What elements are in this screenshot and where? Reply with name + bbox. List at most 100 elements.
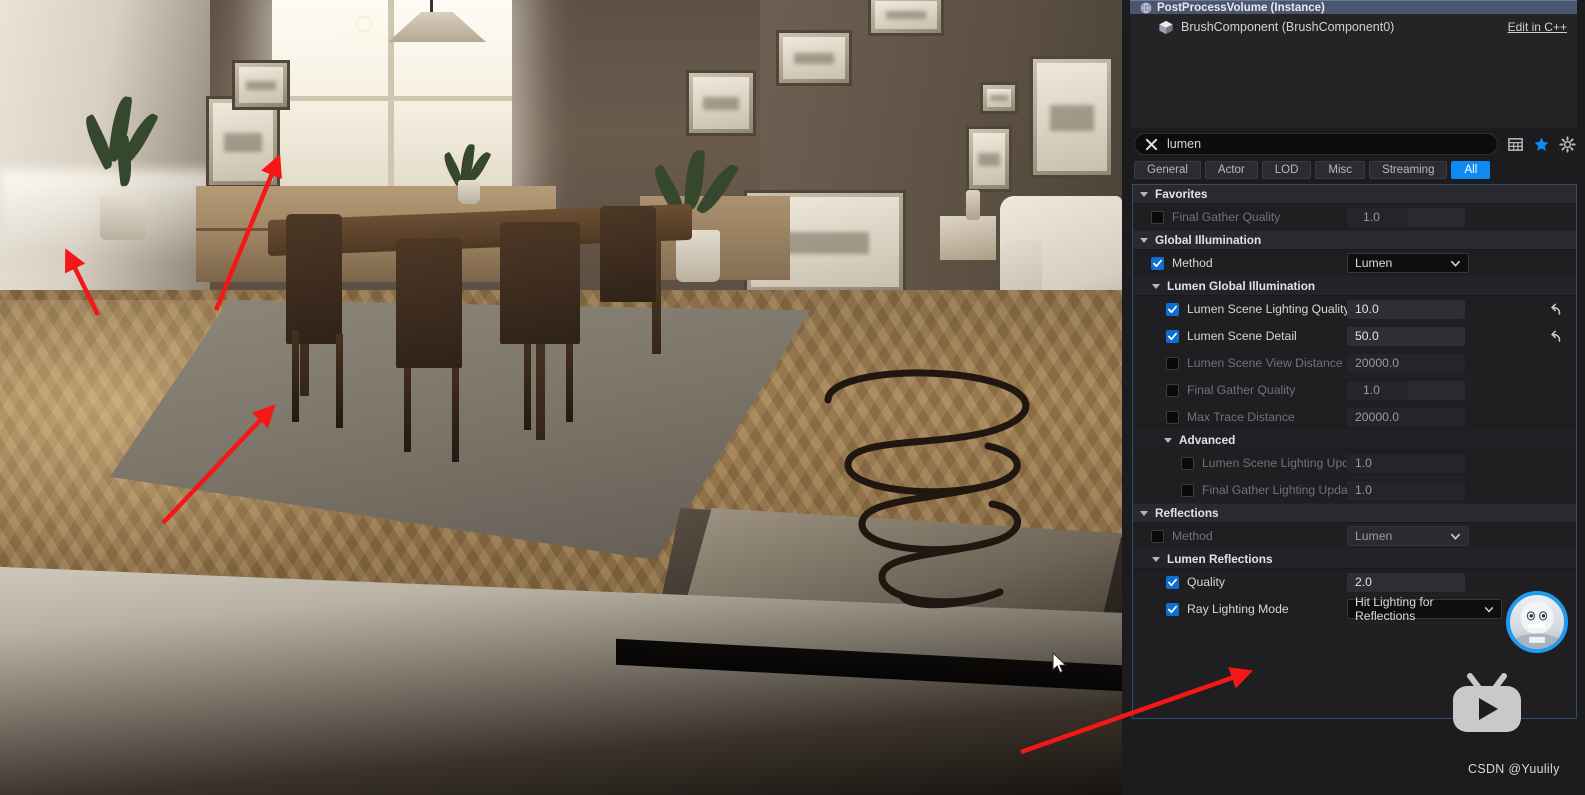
dropdown-value: Hit Lighting for Reflections — [1355, 595, 1434, 623]
property-number-field[interactable]: 50.0 — [1347, 326, 1465, 346]
category-header-global-illumination[interactable]: Global Illumination — [1133, 231, 1576, 250]
filter-tabs[interactable]: General Actor LOD Misc Streaming All — [1122, 159, 1585, 184]
property-value-cell[interactable]: 1.0 — [1347, 480, 1576, 500]
property-row[interactable]: Lumen Scene Detail 50.0 — [1133, 323, 1576, 350]
tab-general[interactable]: General — [1134, 161, 1201, 179]
settings-gear-icon[interactable] — [1559, 135, 1576, 153]
number-slider-track[interactable] — [1408, 380, 1465, 400]
property-row[interactable]: Lumen Scene Lighting Upd.. 1.0 — [1133, 450, 1576, 477]
tab-streaming[interactable]: Streaming — [1369, 161, 1448, 179]
tab-misc[interactable]: Misc — [1315, 161, 1366, 179]
property-label-cell: Max Trace Distance — [1133, 410, 1347, 424]
number-value: 10.0 — [1355, 302, 1379, 316]
category-label: Favorites — [1155, 187, 1208, 201]
property-override-checkbox[interactable] — [1151, 529, 1164, 543]
property-number-field[interactable]: 20000.0 — [1347, 353, 1465, 373]
reset-to-default-icon[interactable] — [1547, 302, 1562, 317]
property-value-cell[interactable]: 50.0 — [1347, 326, 1576, 346]
property-override-checkbox[interactable] — [1166, 410, 1179, 424]
property-number-field[interactable]: 1.0 — [1347, 380, 1465, 400]
search-input[interactable] — [1167, 137, 1487, 151]
property-override-checkbox[interactable] — [1166, 575, 1179, 589]
clear-search-x-icon[interactable] — [1145, 138, 1158, 151]
property-value-cell[interactable]: 2.0 — [1347, 572, 1576, 592]
category-label: Lumen Reflections — [1167, 552, 1273, 566]
tab-all[interactable]: All — [1451, 161, 1491, 179]
tab-actor[interactable]: Actor — [1204, 161, 1258, 179]
property-row[interactable]: Method Lumen — [1133, 250, 1576, 277]
expand-triangle-icon[interactable] — [1140, 510, 1148, 516]
property-row[interactable]: Method Lumen — [1133, 523, 1576, 550]
property-override-checkbox[interactable] — [1166, 383, 1179, 397]
property-number-field[interactable]: 20000.0 — [1347, 407, 1465, 427]
favorites-star-icon[interactable] — [1533, 136, 1550, 153]
property-value-cell[interactable]: Lumen — [1347, 253, 1576, 273]
number-value: 20000.0 — [1355, 410, 1400, 424]
property-label-cell: Final Gather Quality — [1133, 383, 1347, 397]
property-value-cell[interactable]: Lumen — [1347, 526, 1576, 546]
category-header-favorites[interactable]: Favorites — [1133, 185, 1576, 204]
property-label: Lumen Scene View Distance — [1187, 356, 1343, 370]
category-header-advanced[interactable]: Advanced — [1133, 431, 1576, 450]
level-viewport[interactable] — [0, 0, 1122, 795]
number-slider-track[interactable] — [1408, 207, 1465, 227]
property-override-checkbox[interactable] — [1181, 456, 1194, 470]
property-override-checkbox[interactable] — [1166, 356, 1179, 370]
property-row[interactable]: Final Gather Lighting Updat.. 1.0 — [1133, 477, 1576, 504]
property-dropdown[interactable]: Lumen — [1347, 253, 1469, 273]
category-label: Lumen Global Illumination — [1167, 279, 1316, 293]
category-header-lumen-global-illumination[interactable]: Lumen Global Illumination — [1133, 277, 1576, 296]
selected-actor-header[interactable]: PostProcessVolume (Instance) — [1130, 0, 1577, 14]
property-row[interactable]: Lumen Scene View Distance 20000.0 — [1133, 350, 1576, 377]
selected-actor-name: PostProcessVolume (Instance) — [1157, 1, 1325, 14]
property-override-checkbox[interactable] — [1151, 210, 1164, 224]
property-number-field[interactable]: 10.0 — [1347, 299, 1465, 319]
property-row[interactable]: Quality 2.0 — [1133, 569, 1576, 596]
grid-view-icon[interactable] — [1507, 136, 1524, 153]
property-number-field[interactable]: 1.0 — [1347, 207, 1465, 227]
property-label: Final Gather Lighting Updat.. — [1202, 483, 1347, 497]
property-dropdown[interactable]: Hit Lighting for Reflections — [1347, 595, 1502, 623]
number-value: 20000.0 — [1355, 356, 1400, 370]
property-override-checkbox[interactable] — [1151, 256, 1164, 270]
category-header-lumen-reflections[interactable]: Lumen Reflections — [1133, 550, 1576, 569]
property-override-checkbox[interactable] — [1166, 329, 1179, 343]
annotation-arrows — [65, 154, 282, 525]
search-row[interactable] — [1122, 128, 1585, 159]
component-row[interactable]: BrushComponent (BrushComponent0) Edit in… — [1130, 14, 1577, 40]
property-value-cell[interactable]: 1.0 — [1347, 207, 1576, 227]
property-number-field[interactable]: 1.0 — [1347, 453, 1465, 473]
property-value-cell[interactable]: 20000.0 — [1347, 353, 1576, 373]
category-header-reflections[interactable]: Reflections — [1133, 504, 1576, 523]
property-override-checkbox[interactable] — [1166, 302, 1179, 316]
number-value: 1.0 — [1355, 456, 1372, 470]
property-label-cell: Method — [1133, 529, 1347, 543]
expand-triangle-icon[interactable] — [1152, 283, 1160, 289]
property-number-field[interactable]: 1.0 — [1347, 480, 1465, 500]
edit-in-cpp-link[interactable]: Edit in C++ — [1508, 20, 1567, 34]
property-value-cell[interactable]: 10.0 — [1347, 299, 1576, 319]
streamer-avatar — [1506, 591, 1568, 653]
expand-triangle-icon[interactable] — [1152, 556, 1160, 562]
property-override-checkbox[interactable] — [1166, 602, 1179, 616]
reset-to-default-icon[interactable] — [1547, 329, 1562, 344]
tab-lod[interactable]: LOD — [1261, 161, 1312, 179]
property-override-checkbox[interactable] — [1181, 483, 1194, 497]
property-value-cell[interactable]: 1.0 — [1347, 453, 1576, 473]
category-label: Reflections — [1155, 506, 1219, 520]
property-label-cell: Final Gather Lighting Updat.. — [1133, 483, 1347, 497]
property-number-field[interactable]: 2.0 — [1347, 572, 1465, 592]
expand-triangle-icon[interactable] — [1140, 237, 1148, 243]
property-row[interactable]: Final Gather Quality 1.0 — [1133, 377, 1576, 404]
property-value-cell[interactable]: 1.0 — [1347, 380, 1576, 400]
property-row[interactable]: Lumen Scene Lighting Quality 10.0 — [1133, 296, 1576, 323]
expand-triangle-icon[interactable] — [1164, 437, 1172, 443]
property-dropdown[interactable]: Lumen — [1347, 526, 1469, 546]
property-value-cell[interactable]: 20000.0 — [1347, 407, 1576, 427]
property-row[interactable]: Max Trace Distance 20000.0 — [1133, 404, 1576, 431]
property-row[interactable]: Final Gather Quality 1.0 — [1133, 204, 1576, 231]
expand-triangle-icon[interactable] — [1140, 191, 1148, 197]
search-box[interactable] — [1134, 133, 1498, 155]
property-label: Final Gather Quality — [1187, 383, 1296, 397]
property-label: Method — [1172, 529, 1213, 543]
